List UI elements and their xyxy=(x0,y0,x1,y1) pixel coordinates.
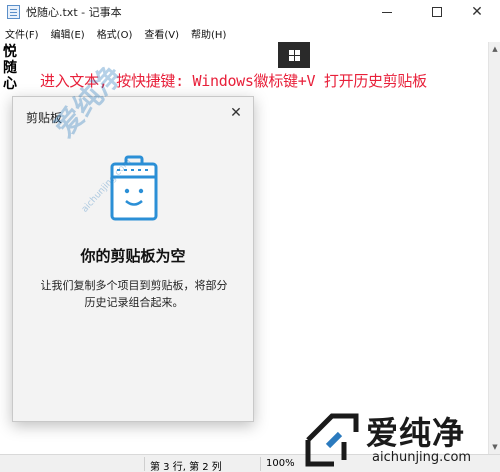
editor-line: 心 xyxy=(3,76,17,92)
status-divider xyxy=(260,457,261,471)
watermark-logo: 爱纯净 aichunjing.com xyxy=(300,406,500,472)
editor-line: 悦 xyxy=(3,44,17,60)
menu-view[interactable]: 查看(V) xyxy=(143,26,179,41)
status-divider xyxy=(144,457,145,471)
description-line: 历史记录组合起来。 xyxy=(84,296,184,309)
close-icon: ✕ xyxy=(471,4,483,20)
menu-bar: 文件(F) 编辑(E) 格式(O) 查看(V) 帮助(H) xyxy=(0,24,500,42)
cursor-position: 第 3 行, 第 2 列 xyxy=(150,462,222,472)
minimize-button[interactable] xyxy=(364,0,410,24)
empty-clipboard-description: 让我们复制多个项目到剪贴板，将部分 历史记录组合起来。 xyxy=(25,277,243,311)
window-title: 悦随心.txt - 记事本 xyxy=(26,6,122,19)
empty-clipboard-illustration xyxy=(110,155,158,221)
menu-edit[interactable]: 编辑(E) xyxy=(50,26,85,41)
close-button[interactable]: ✕ xyxy=(454,0,500,24)
menu-file[interactable]: 文件(F) xyxy=(4,26,39,41)
clipboard-close-icon[interactable]: ✕ xyxy=(226,103,246,123)
menu-format[interactable]: 格式(O) xyxy=(96,26,133,41)
zoom-level: 100% xyxy=(266,458,295,469)
watermark-logo-icon xyxy=(305,413,359,467)
editor-content: 悦 随 心 xyxy=(3,44,19,92)
clipboard-panel: 剪贴板 ✕ 你的剪贴板为空 让我们复制多个项目到剪贴板，将部分 历史记录组合起来… xyxy=(12,96,254,422)
maximize-icon xyxy=(432,7,442,17)
vertical-scrollbar[interactable]: ▲ ▼ xyxy=(488,42,500,454)
watermark-brand-text: 爱纯净 xyxy=(366,414,466,452)
editor-line: 随 xyxy=(3,60,17,76)
windows-logo-icon xyxy=(278,42,310,68)
notepad-icon xyxy=(7,5,20,19)
scroll-up-icon[interactable]: ▲ xyxy=(489,42,500,56)
minimize-icon xyxy=(382,11,392,13)
watermark-url-text: aichunjing.com xyxy=(372,450,472,465)
menu-help[interactable]: 帮助(H) xyxy=(190,26,226,41)
empty-clipboard-heading: 你的剪贴板为空 xyxy=(80,247,186,265)
description-line: 让我们复制多个项目到剪贴板，将部分 xyxy=(40,279,228,292)
title-bar: 悦随心.txt - 记事本 ✕ xyxy=(0,0,500,24)
